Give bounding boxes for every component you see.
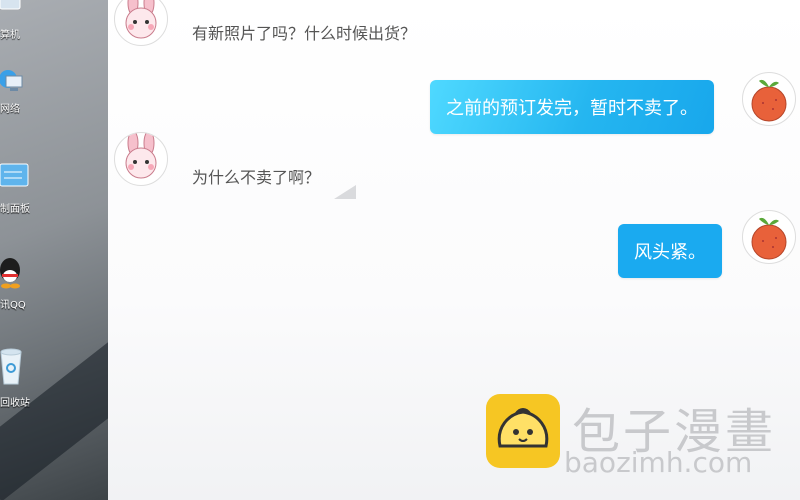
self-avatar [742,72,796,126]
self-avatar [742,210,796,264]
message-out-text: 风头紧。 [634,242,706,263]
message-out-bubble: 风头紧。 [618,224,722,278]
rabbit-avatar-icon [125,133,157,179]
bubble-tail [334,185,356,199]
control-panel-icon [0,163,29,187]
message-out-text: 之前的预订发完，暂时不卖了。 [446,98,698,119]
sender-avatar [114,132,168,186]
desktop-item-label: 网络 [0,104,20,115]
desktop-item-recycle-bin[interactable]: 回收站 [0,348,40,409]
message-out-bubble: 之前的预订发完，暂时不卖了。 [430,80,714,134]
orange-avatar-icon [751,79,787,122]
sender-avatar [114,0,168,46]
desktop-item-label: 算机 [0,30,20,41]
desktop-item-qq[interactable]: 讯QQ [0,256,40,311]
recycle-bin-icon [0,348,22,385]
qq-icon [0,258,20,289]
desktop-item-label: 回收站 [0,398,30,409]
desktop-item-control-panel[interactable]: 制面板 [0,160,40,215]
message-in-text: 为什么不卖了啊？ [192,168,321,187]
desktop-item-computer[interactable]: 算机 [0,0,40,41]
computer-icon [0,0,21,10]
bun-logo-icon [497,408,549,448]
message-in-text: 有新照片了吗？什么时候出货？ [192,24,417,43]
network-icon [0,70,23,91]
desktop-item-network[interactable]: 网络 [0,68,40,115]
desktop-item-label: 制面板 [0,204,30,215]
desktop-item-label: 讯QQ [0,300,26,311]
watermark-url: baozimh.com [564,446,753,479]
orange-avatar-icon [751,217,787,260]
watermark-logo [486,394,560,468]
rabbit-avatar-icon [125,0,157,39]
desktop-strip: 算机 网络 制面板 讯QQ 回收站 [0,0,108,500]
